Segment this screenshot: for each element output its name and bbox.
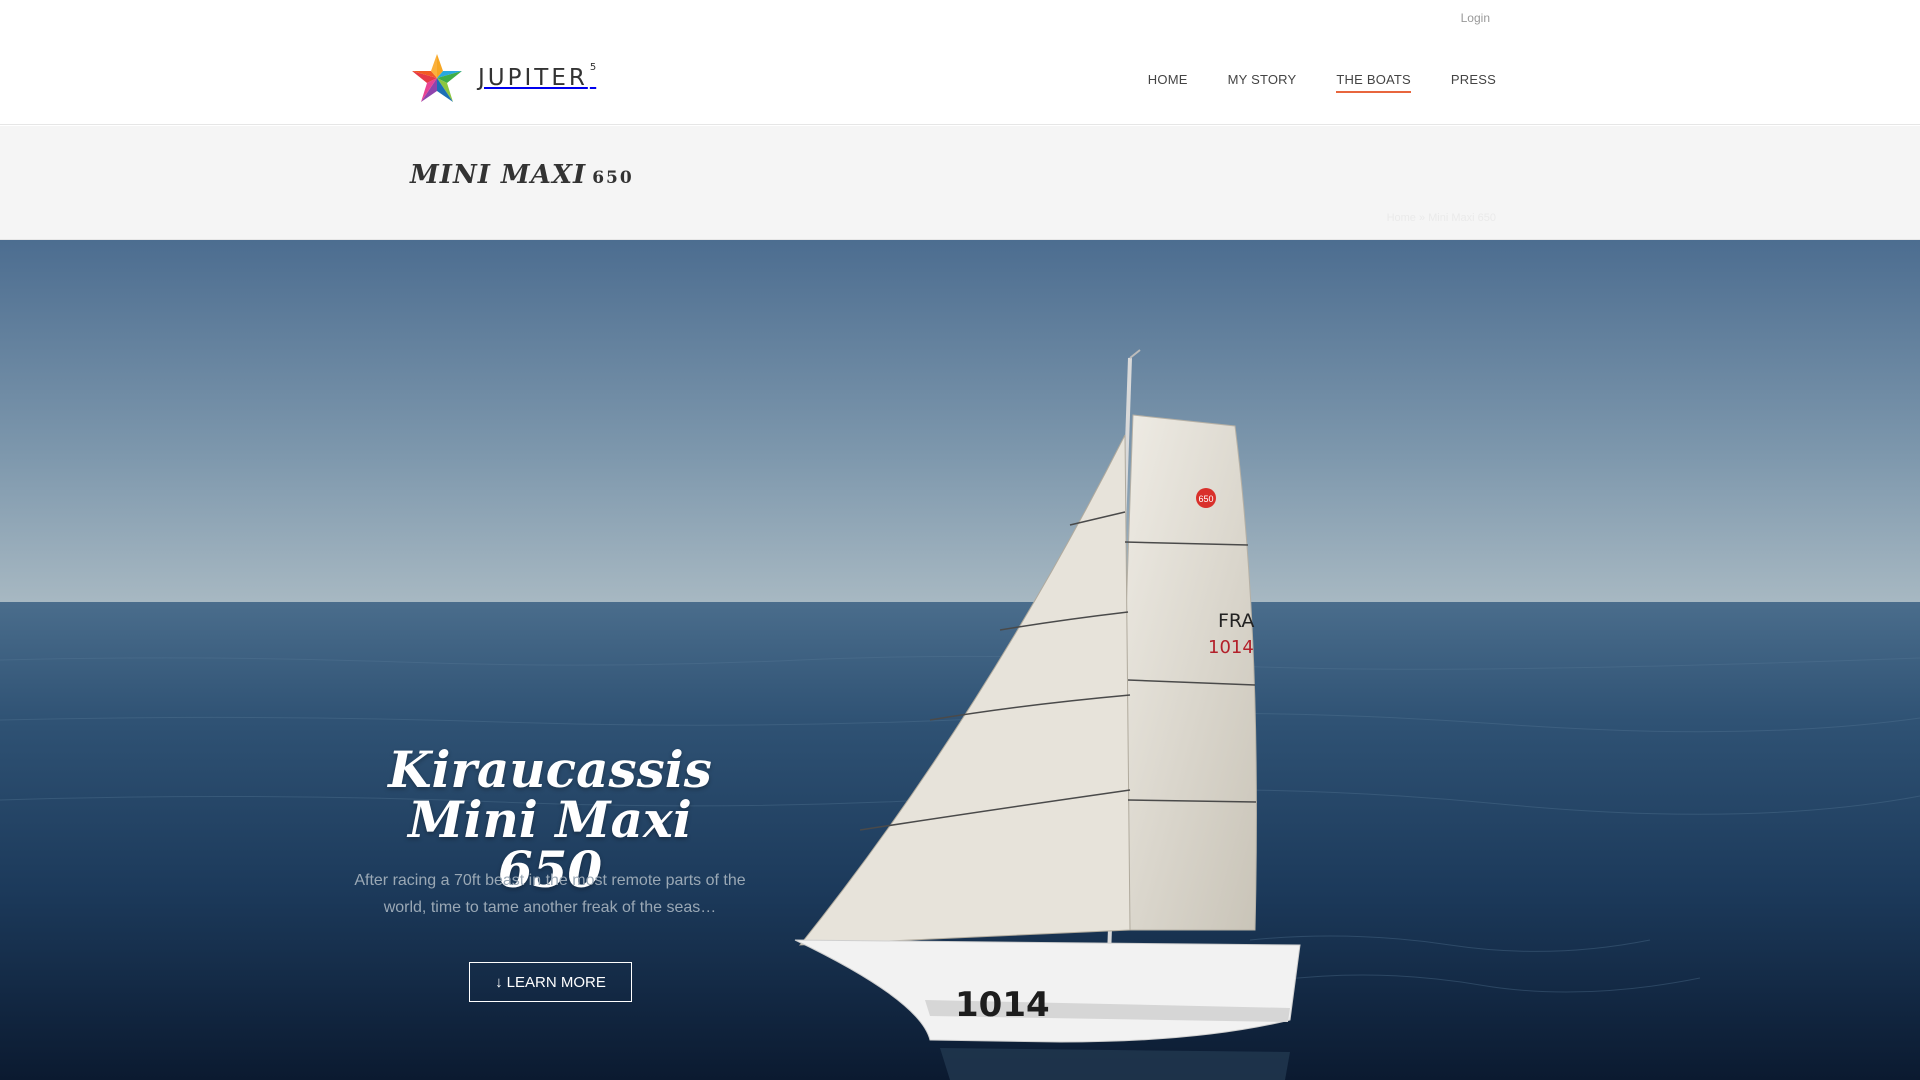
boat-reflection: [940, 1048, 1290, 1080]
nav-press[interactable]: PRESS: [1451, 72, 1496, 93]
site-header: Login JUPITER 5 HOME MY STORY THE BOATS P…: [0, 0, 1920, 125]
nav-home[interactable]: HOME: [1148, 72, 1188, 93]
hero-section: 650 FRA 1014 1014 Kiraucassis Mini Maxi …: [0, 240, 1920, 1080]
nav-my-story[interactable]: MY STORY: [1228, 72, 1297, 93]
page-title: MINI MAXI 650: [410, 160, 634, 190]
nav-the-boats[interactable]: THE BOATS: [1336, 72, 1411, 93]
site-logo[interactable]: JUPITER 5: [410, 52, 596, 104]
sky: [0, 240, 1920, 602]
logo-superscript: 5: [589, 62, 597, 74]
star-logo-icon: [410, 52, 464, 104]
sail-country: FRA: [1218, 610, 1254, 632]
logo-wordmark: JUPITER: [478, 65, 588, 91]
page-title-number: 650: [592, 168, 634, 188]
login-link[interactable]: Login: [1461, 11, 1490, 25]
hero-heading-line1: Kiraucassis: [388, 740, 712, 799]
mainsail: [1114, 414, 1257, 931]
logo-text: JUPITER 5: [478, 62, 597, 91]
class-badge-text: 650: [1198, 494, 1213, 504]
hull-number: 1014: [955, 985, 1050, 1025]
arrow-down-icon: ↓: [495, 973, 503, 991]
hero-description: After racing a 70ft beast in the most re…: [354, 872, 746, 916]
sail-number: 1014: [1208, 637, 1254, 658]
main-navigation: HOME MY STORY THE BOATS PRESS: [1148, 72, 1496, 93]
sailboat-scene: 650 FRA 1014 1014: [0, 240, 1920, 1080]
breadcrumb[interactable]: Home » Mini Maxi 650: [1387, 212, 1496, 224]
learn-more-button[interactable]: ↓ LEARN MORE: [469, 962, 632, 1002]
learn-more-label: LEARN MORE: [506, 973, 606, 991]
page-title-text: MINI MAXI: [410, 160, 587, 190]
page-title-bar: MINI MAXI 650 Home » Mini Maxi 650: [0, 126, 1920, 240]
